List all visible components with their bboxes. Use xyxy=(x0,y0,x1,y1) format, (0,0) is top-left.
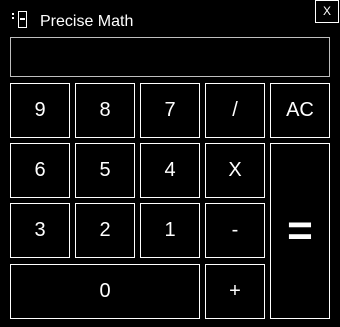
calculator-display xyxy=(10,37,330,77)
clear-button[interactable]: AC xyxy=(270,83,330,138)
equals-button[interactable]: = xyxy=(270,143,330,319)
key-0[interactable]: 0 xyxy=(10,264,200,319)
add-button[interactable]: + xyxy=(205,264,265,319)
key-5[interactable]: 5 xyxy=(75,143,135,198)
key-2[interactable]: 2 xyxy=(75,203,135,258)
calculator-icon xyxy=(11,11,31,31)
key-9[interactable]: 9 xyxy=(10,83,70,138)
divide-button[interactable]: / xyxy=(205,83,265,138)
subtract-button[interactable]: - xyxy=(205,203,265,258)
key-4[interactable]: 4 xyxy=(140,143,200,198)
close-button[interactable]: X xyxy=(315,0,339,23)
key-7[interactable]: 7 xyxy=(140,83,200,138)
window-title: Precise Math xyxy=(40,13,134,30)
key-1[interactable]: 1 xyxy=(140,203,200,258)
key-8[interactable]: 8 xyxy=(75,83,135,138)
key-3[interactable]: 3 xyxy=(10,203,70,258)
key-6[interactable]: 6 xyxy=(10,143,70,198)
title-bar: Precise Math X xyxy=(0,0,340,32)
multiply-button[interactable]: X xyxy=(205,143,265,198)
